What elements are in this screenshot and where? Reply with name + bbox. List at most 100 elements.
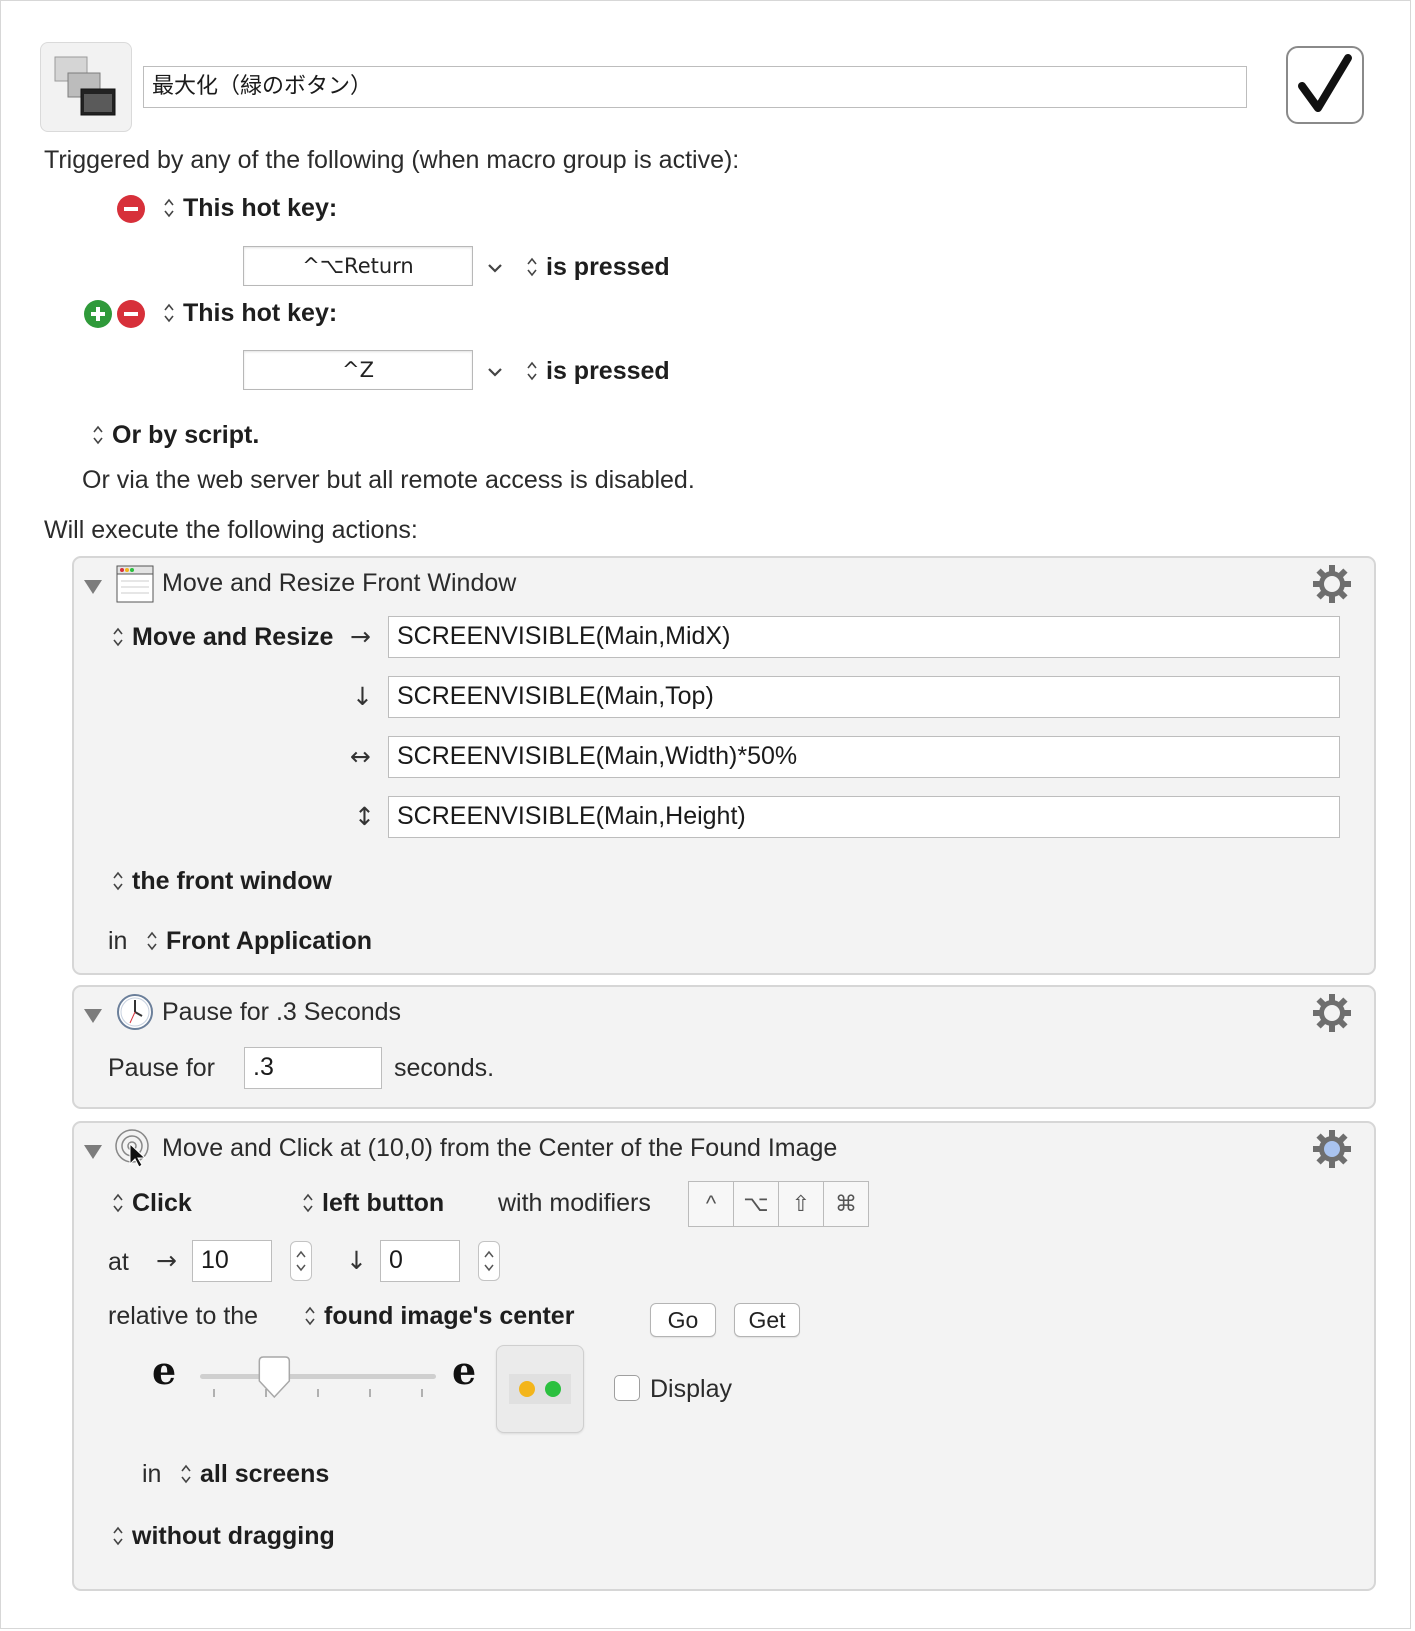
drag-mode-popup[interactable]: without dragging <box>112 1521 335 1551</box>
updown-icon <box>147 931 157 951</box>
click-y-field[interactable]: 0 <box>380 1240 460 1282</box>
fuzz-min-icon: e <box>152 1348 177 1393</box>
image-well[interactable] <box>496 1345 584 1433</box>
web-server-note: Or via the web server but all remote acc… <box>82 466 695 494</box>
macro-enabled-checkbox[interactable] <box>1286 46 1364 124</box>
action-move-click: Move and Click at (10,0) from the Center… <box>72 1121 1376 1591</box>
width-field[interactable]: SCREENVISIBLE(Main,Width)*50% <box>388 736 1340 778</box>
click-x-stepper[interactable] <box>290 1241 312 1281</box>
clock-icon <box>117 994 153 1030</box>
add-trigger-button[interactable] <box>84 300 112 328</box>
trigger-type-label-1: This hot key: <box>183 194 338 222</box>
hotkey-field-1[interactable]: ^⌥Return <box>243 246 473 286</box>
updown-icon <box>303 1193 313 1213</box>
hotkey-state-popup-2[interactable]: is pressed <box>526 356 670 386</box>
y-position-field[interactable]: SCREENVISIBLE(Main,Top) <box>388 676 1340 718</box>
updown-icon <box>113 1193 123 1213</box>
disclosure-triangle[interactable] <box>84 1145 102 1159</box>
anchor-popup[interactable]: found image's center <box>304 1301 574 1331</box>
modifier-control-key[interactable]: ^ <box>688 1181 734 1227</box>
updown-icon <box>113 627 123 647</box>
click-target-icon <box>115 1129 149 1168</box>
mouse-button-popup[interactable]: left button <box>302 1188 444 1218</box>
updown-icon <box>164 198 174 218</box>
macro-name-field[interactable]: 最大化（緑のボタン） <box>143 66 1247 108</box>
right-arrow-icon: → <box>350 622 371 651</box>
right-arrow-icon: → <box>156 1246 177 1275</box>
minus-icon <box>124 207 138 211</box>
updown-icon <box>113 871 123 891</box>
in-label: in <box>108 927 128 955</box>
go-button[interactable]: Go <box>650 1303 716 1337</box>
remove-trigger-button-1[interactable] <box>117 195 145 223</box>
action-move-resize: Move and Resize Front Window Move and Re… <box>72 556 1376 975</box>
chevron-down-icon[interactable] <box>486 366 504 378</box>
horizontal-resize-icon: ↔ <box>350 742 371 771</box>
application-popup[interactable]: Front Application <box>146 926 372 956</box>
click-type-label: Click <box>132 1189 192 1217</box>
trigger-type-popup-2[interactable]: This hot key: <box>163 298 337 328</box>
stepper-arrows-icon <box>296 1250 306 1272</box>
action-title[interactable]: Move and Resize Front Window <box>162 568 516 598</box>
updown-icon <box>164 303 174 323</box>
mouse-button-label: left button <box>322 1189 445 1217</box>
gear-icon[interactable] <box>1312 564 1352 604</box>
click-x-field[interactable]: 10 <box>192 1240 272 1282</box>
fuzz-max-icon: e <box>452 1348 477 1393</box>
gear-icon[interactable] <box>1312 1129 1352 1169</box>
remove-trigger-button-2[interactable] <box>117 300 145 328</box>
chevron-down-icon[interactable] <box>486 262 504 274</box>
updown-icon <box>181 1464 191 1484</box>
hotkey-state-popup-1[interactable]: is pressed <box>526 252 670 282</box>
updown-icon <box>93 425 103 445</box>
screens-label: all screens <box>200 1460 330 1488</box>
trigger-type-label-2: This hot key: <box>183 299 338 327</box>
x-position-field[interactable]: SCREENVISIBLE(Main,MidX) <box>388 616 1340 658</box>
hotkey-state-label-2: is pressed <box>546 357 670 385</box>
drag-mode-label: without dragging <box>132 1522 335 1550</box>
minus-icon <box>124 312 138 316</box>
pause-seconds-field[interactable]: .3 <box>244 1047 382 1089</box>
script-trigger-popup[interactable]: Or by script. <box>92 420 259 450</box>
down-arrow-icon: ↓ <box>346 1246 367 1275</box>
disclosure-triangle[interactable] <box>84 580 102 594</box>
modifier-command-key[interactable]: ⌘ <box>823 1181 869 1227</box>
at-label: at <box>108 1248 129 1276</box>
display-label: Display <box>650 1375 732 1403</box>
macro-icon[interactable] <box>40 42 132 132</box>
script-trigger-label: Or by script. <box>112 421 260 449</box>
modifiers-label: with modifiers <box>498 1189 651 1217</box>
move-resize-mode-popup[interactable]: Move and Resize <box>112 622 333 652</box>
click-type-popup[interactable]: Click <box>112 1188 192 1218</box>
trigger-type-popup-1[interactable]: This hot key: <box>163 193 337 223</box>
disclosure-triangle[interactable] <box>84 1009 102 1023</box>
pause-label: Pause for <box>108 1054 216 1082</box>
gear-icon[interactable] <box>1312 993 1352 1033</box>
height-field[interactable]: SCREENVISIBLE(Main,Height) <box>388 796 1340 838</box>
plus-icon <box>91 307 105 321</box>
target-window-label: the front window <box>132 867 332 895</box>
get-button[interactable]: Get <box>734 1303 800 1337</box>
action-title[interactable]: Pause for .3 Seconds <box>162 997 401 1027</box>
display-checkbox[interactable] <box>614 1375 640 1401</box>
screens-popup[interactable]: all screens <box>180 1459 329 1489</box>
slider-knob[interactable] <box>258 1356 291 1399</box>
relative-label: relative to the <box>108 1302 259 1330</box>
checkmark-icon <box>1298 54 1352 112</box>
modifier-shift-key[interactable]: ⇧ <box>778 1181 824 1227</box>
hotkey-field-2[interactable]: ^Z <box>243 350 473 390</box>
triggers-heading: Triggered by any of the following (when … <box>44 146 740 174</box>
down-arrow-icon: ↓ <box>352 682 373 711</box>
action-title[interactable]: Move and Click at (10,0) from the Center… <box>162 1133 837 1163</box>
stepper-arrows-icon <box>484 1250 494 1272</box>
modifier-option-key[interactable]: ⌥ <box>733 1181 779 1227</box>
target-window-popup[interactable]: the front window <box>112 866 332 896</box>
vertical-resize-icon: ↕ <box>354 802 375 831</box>
updown-icon <box>527 257 537 277</box>
window-icon <box>116 565 154 603</box>
updown-icon <box>527 361 537 381</box>
anchor-label: found image's center <box>324 1302 575 1330</box>
window-stack-icon <box>54 56 116 116</box>
click-y-stepper[interactable] <box>478 1241 500 1281</box>
fuzziness-slider[interactable] <box>200 1353 436 1403</box>
